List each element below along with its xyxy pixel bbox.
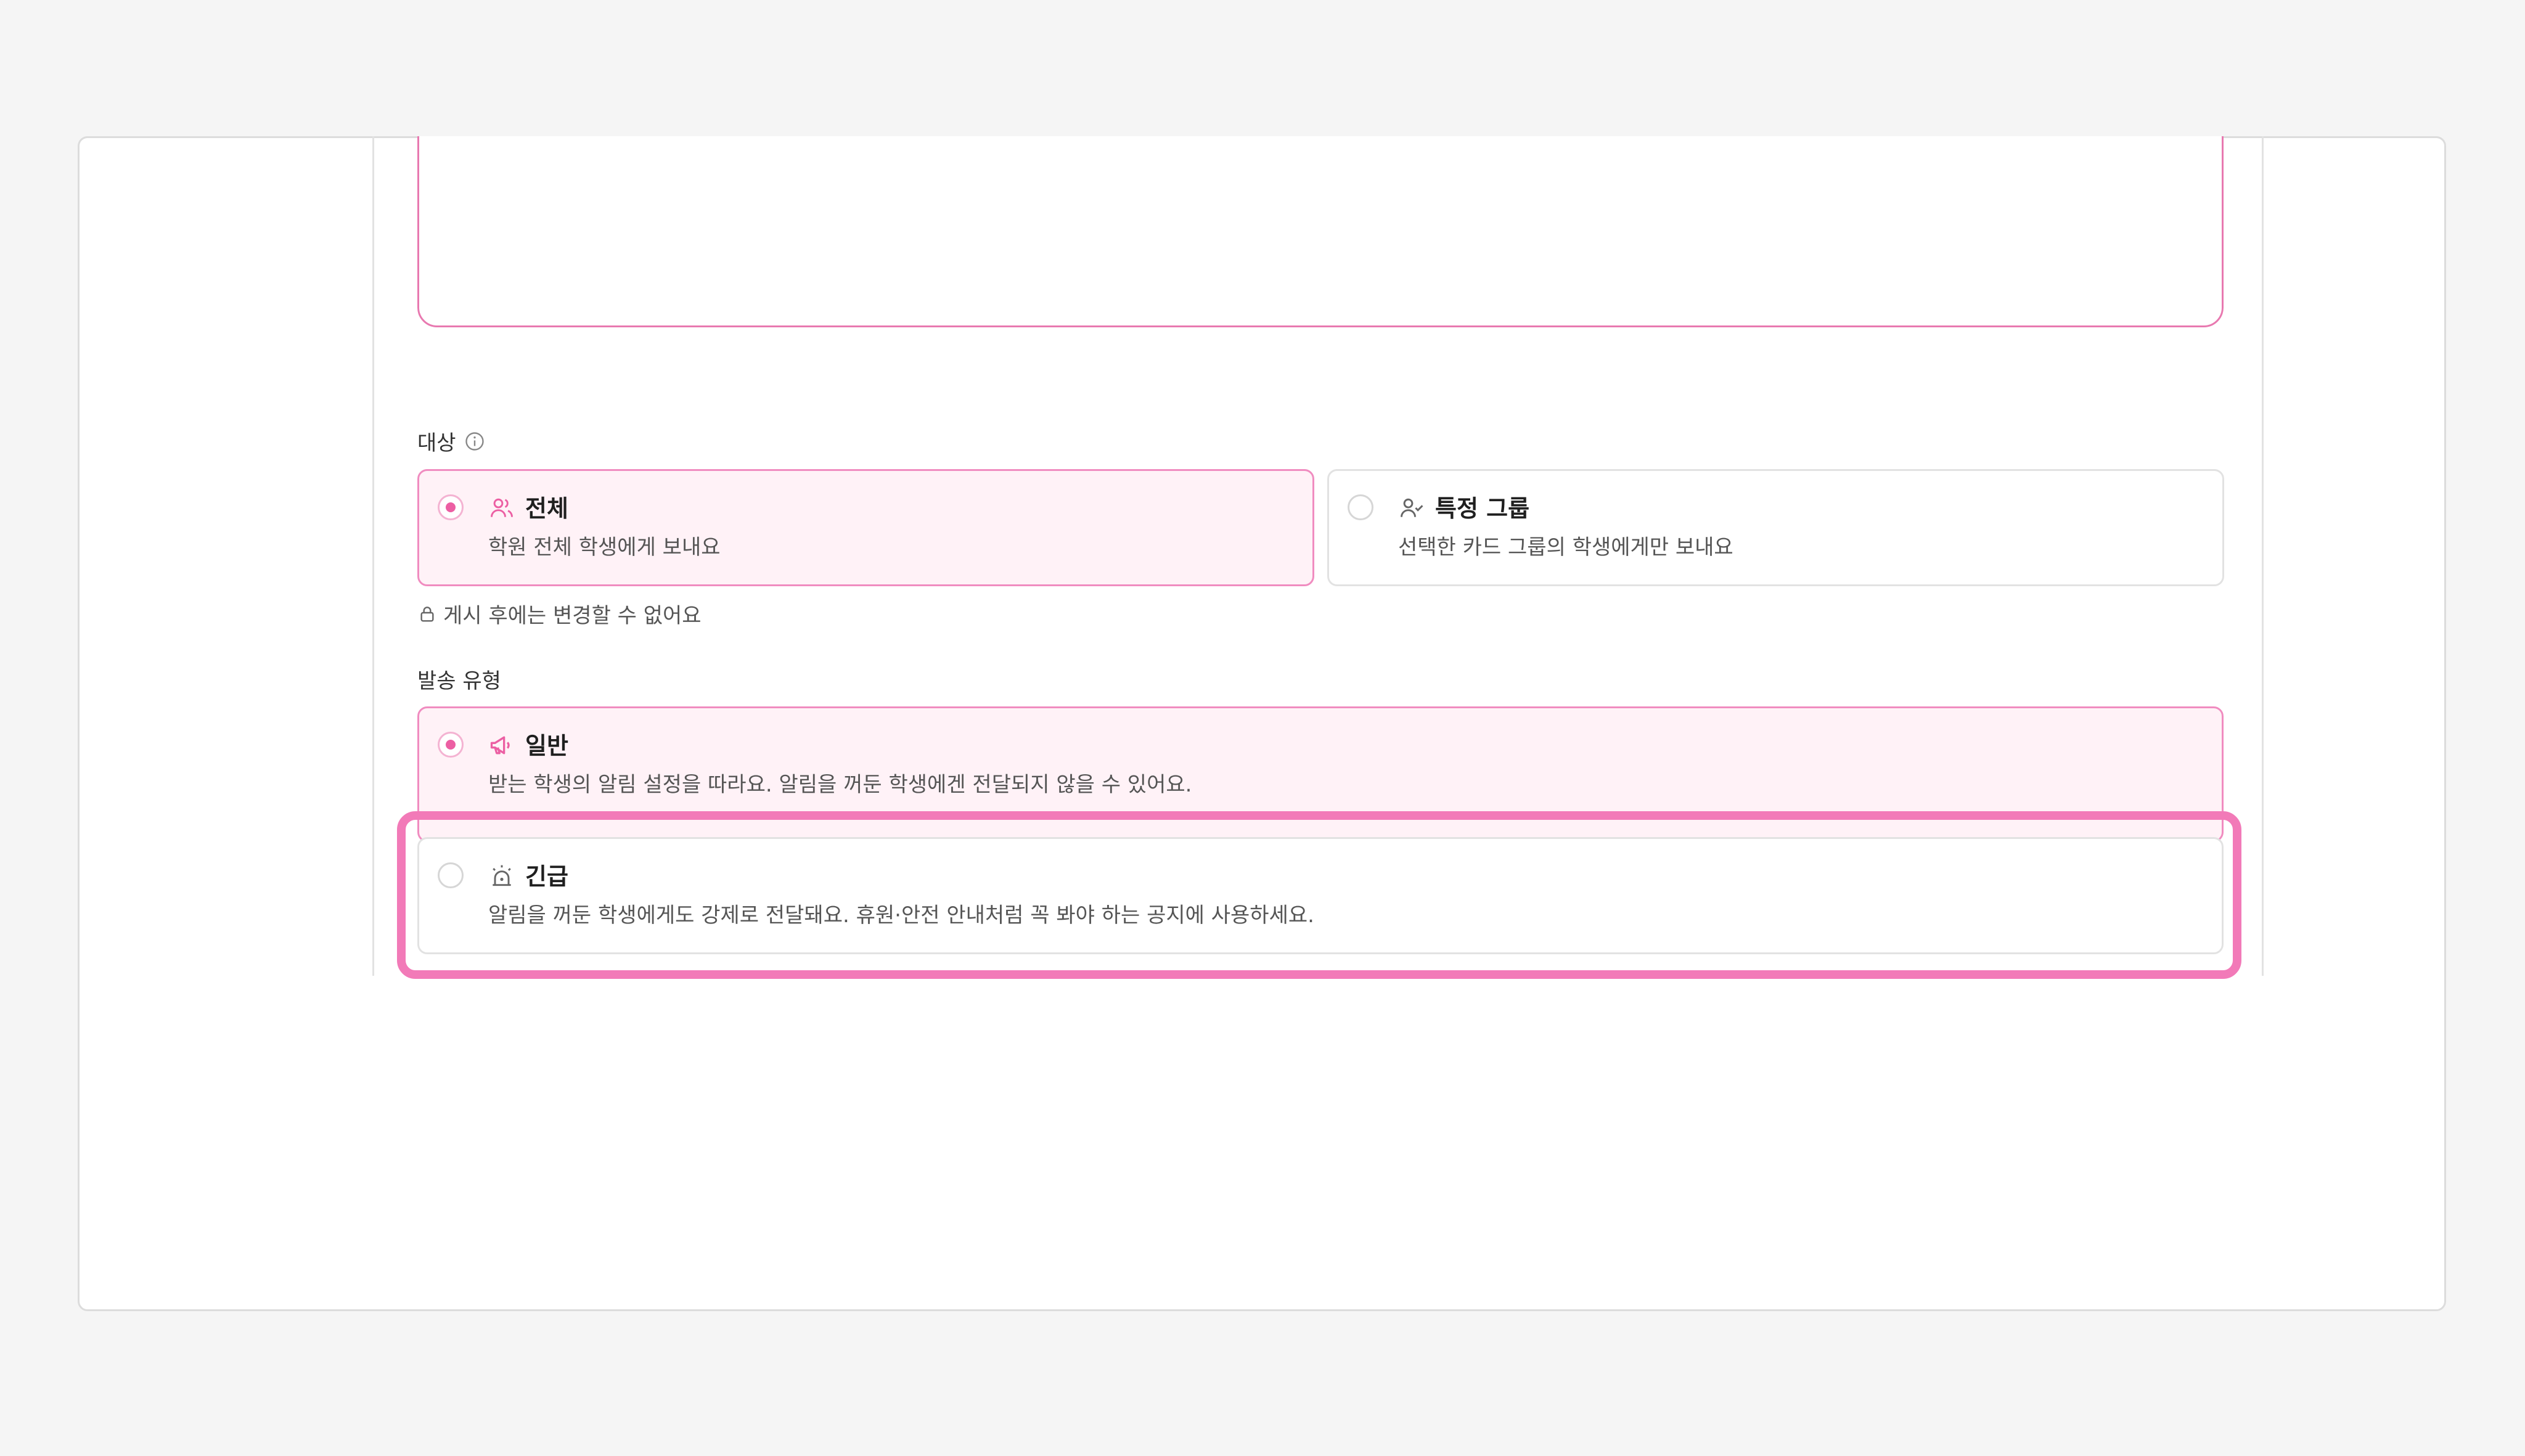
send-type-option-urgent[interactable]: 긴급 알림을 꺼둔 학생에게도 강제로 전달돼요. 휴원·안전 안내처럼 꼭 봐… — [417, 837, 2224, 954]
form-scroll-area[interactable]: 대상 전체 학원 전체 학생에게 보내요 특정 그룹 선택한 카드 그룹의 학생… — [372, 136, 2264, 976]
lock-note: 게시 후에는 변경할 수 없어요 — [417, 599, 702, 629]
radio-all[interactable] — [438, 494, 464, 520]
option-title: 특정 그룹 — [1435, 495, 1530, 522]
lock-icon — [420, 606, 434, 622]
lock-note-text: 게시 후에는 변경할 수 없어요 — [443, 603, 702, 628]
users-icon — [491, 498, 513, 517]
send-type-label-text: 발송 유형 — [417, 669, 501, 693]
option-title: 긴급 — [525, 863, 568, 890]
send-type-option-normal[interactable]: 일반 받는 학생의 알림 설정을 따라요. 알림을 꺼둔 학생에겐 전달되지 않… — [417, 706, 2224, 842]
option-desc: 받는 학생의 알림 설정을 따라요. 알림을 꺼둔 학생에겐 전달되지 않을 수… — [488, 772, 1192, 797]
option-desc: 선택한 카드 그룹의 학생에게만 보내요 — [1398, 535, 1733, 560]
radio-group[interactable] — [1348, 494, 1373, 520]
option-title: 일반 — [525, 732, 568, 759]
radio-urgent[interactable] — [438, 862, 464, 888]
content-textarea[interactable] — [417, 136, 2224, 327]
option-desc: 알림을 꺼둔 학생에게도 강제로 전달돼요. 휴원·안전 안내처럼 꼭 봐야 하… — [488, 903, 1314, 928]
send-type-section-label: 발송 유형 — [417, 664, 501, 694]
target-option-all[interactable]: 전체 학원 전체 학생에게 보내요 — [417, 469, 1314, 586]
target-label-text: 대상 — [417, 431, 456, 456]
target-section-label: 대상 — [417, 426, 486, 456]
option-title: 전체 — [525, 495, 568, 522]
info-icon[interactable] — [464, 430, 486, 452]
radio-normal[interactable] — [438, 732, 464, 758]
option-desc: 학원 전체 학생에게 보내요 — [488, 535, 721, 560]
siren-icon — [493, 865, 511, 886]
user-check-icon — [1401, 498, 1423, 517]
target-option-group[interactable]: 특정 그룹 선택한 카드 그룹의 학생에게만 보내요 — [1327, 469, 2224, 586]
megaphone-icon — [490, 736, 510, 755]
